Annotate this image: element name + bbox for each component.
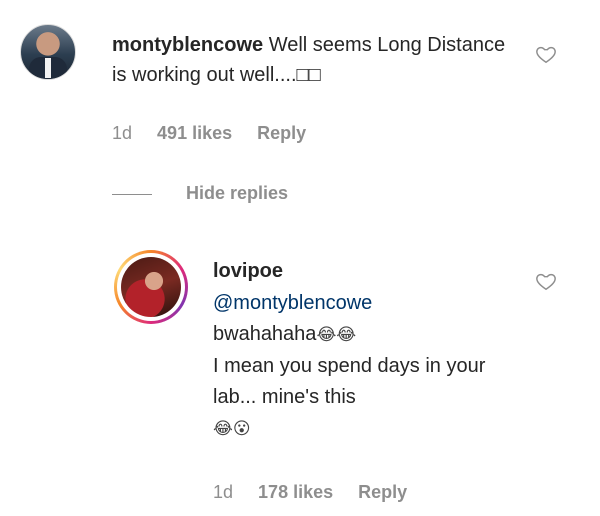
reply-username[interactable]: lovipoe [213,256,283,286]
reply-line2: I mean you spend days in your lab... min… [213,355,486,408]
reply-meta: 1d 178 likes Reply [213,482,427,503]
reply-line2-emoji: 😂😮 [213,419,251,439]
comment-time: 1d [112,123,133,143]
like-heart-icon[interactable] [535,43,557,65]
hide-replies-button[interactable]: Hide replies [112,183,288,204]
reply-like-heart-icon[interactable] [535,270,557,292]
reply-line1-emoji: 😂😂 [316,325,357,345]
comment-reply-button[interactable]: Reply [257,123,306,143]
reply-mention[interactable]: @montyblencowe [213,288,503,319]
reply-line1: bwahahaha [213,323,317,345]
reply-time: 1d [213,482,234,502]
comment-username[interactable]: montyblencowe [112,34,263,56]
comment-likes[interactable]: 491 likes [157,123,232,143]
hide-replies-label: Hide replies [186,183,289,203]
reply-likes[interactable]: 178 likes [258,482,333,502]
avatar-photo [121,257,181,317]
avatar-montyblencowe[interactable] [20,24,76,80]
comment-meta: 1d 491 likes Reply [112,123,326,144]
comment-text-block: montyblencowe Well seems Long Distance i… [112,30,522,90]
reply-reply-button[interactable]: Reply [358,482,407,502]
avatar-lovipoe[interactable] [114,250,188,324]
reply-text-block: @montyblencowe bwahahaha😂😂 I mean you sp… [213,288,503,445]
avatar-shirt [45,58,51,78]
hide-replies-divider [112,193,152,195]
